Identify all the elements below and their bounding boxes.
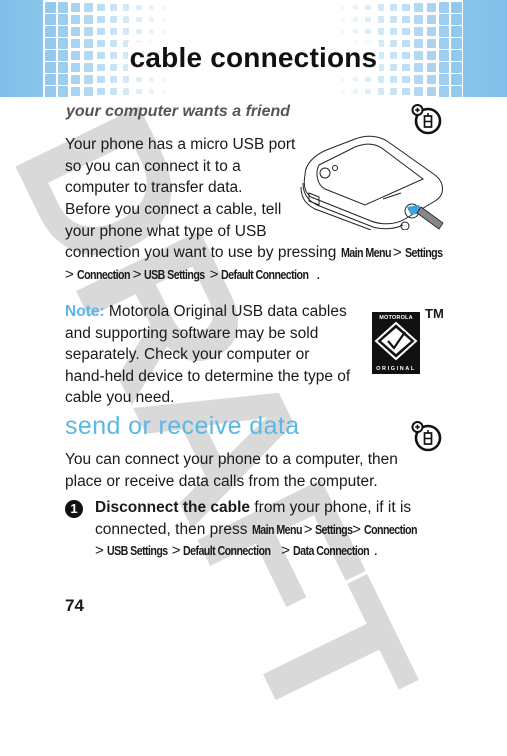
usb-setup-paragraph: Before you connect a cable, tell your ph…: [65, 199, 455, 285]
logo-bottom-text: ORIGINAL: [376, 366, 416, 372]
trademark-symbol: TM: [425, 306, 444, 321]
text-line: separately. Check your computer or: [65, 346, 310, 363]
note-label: Note:: [65, 303, 105, 320]
checkmark-diamond-icon: [374, 321, 418, 361]
text-line: Your phone has a micro USB port: [65, 136, 296, 153]
period: .: [316, 265, 321, 283]
step-number-badge: 1: [65, 500, 83, 518]
text-fragment: from your phone, if it is: [254, 499, 412, 516]
text-line: You can connect your phone to a computer…: [65, 451, 398, 468]
text-fragment: connected, then press: [95, 520, 248, 538]
menu-path-usb-settings: USB Settings: [144, 266, 205, 282]
path-separator: >: [209, 265, 219, 283]
path-separator: >: [132, 265, 142, 283]
section2-intro: You can connect your phone to a computer…: [65, 449, 398, 492]
note-paragraph: Note: Motorola Original USB data cables …: [65, 301, 350, 409]
text-line: > USB Settings > Default Connection > Data Co…: [95, 540, 495, 562]
path-separator: >: [281, 542, 290, 559]
text-line: connected, then press Main Menu > Settings…: [95, 519, 495, 541]
text-fragment: connection you want to use by pressing: [65, 244, 337, 261]
menu-path-settings: Settings: [315, 521, 353, 537]
page-number: 74: [65, 596, 84, 615]
path-separator: >: [171, 542, 181, 559]
feature-phone-plus-icon: [411, 104, 442, 135]
menu-path-connection: Connection: [76, 266, 130, 282]
menu-path-settings: Settings: [404, 245, 443, 260]
menu-path-default-connection: Default Connection: [183, 543, 271, 558]
feature-phone-plus-icon: [411, 421, 442, 452]
menu-path-main-menu: Main Menu: [340, 245, 391, 260]
text-line: connection you want to use by pressing M…: [65, 242, 455, 264]
menu-path-main-menu: Main Menu: [251, 521, 302, 537]
path-separator: >: [352, 520, 361, 538]
path-separator: >: [303, 520, 313, 538]
menu-path-usb-settings: USB Settings: [106, 543, 168, 558]
menu-path-default-connection: Default Connection: [221, 266, 309, 282]
menu-path-data-connection: Data Connection: [292, 543, 370, 558]
text-line: computer to transfer data.: [65, 179, 243, 196]
motorola-original-logo: MOTOROLA ORIGINAL: [372, 312, 420, 374]
menu-path-connection: Connection: [363, 521, 417, 537]
text-line: hand-held device to determine the type o…: [65, 367, 351, 385]
step-action: Disconnect the cable: [95, 499, 251, 516]
text-line: place or receive data calls from the com…: [65, 472, 378, 490]
path-separator: >: [95, 542, 104, 559]
text-line: > Connection > USB Settings > Default Connect…: [65, 264, 455, 286]
intro-paragraph: Your phone has a micro USB port so you c…: [65, 134, 295, 199]
path-separator: >: [392, 244, 402, 261]
text-line: your phone what type of USB: [65, 222, 267, 240]
text-fragment: Motorola Original USB data cables: [108, 303, 347, 320]
text-line: Disconnect the cable from your phone, if…: [95, 497, 495, 519]
step-1: Disconnect the cable from your phone, if…: [95, 497, 495, 562]
section-subhead: your computer wants a friend: [66, 103, 291, 120]
text-line: so you can connect it to a: [65, 157, 241, 175]
text-line: Note: Motorola Original USB data cables: [65, 301, 350, 323]
text-line: and supporting software may be sold: [65, 324, 319, 342]
period: .: [373, 542, 378, 559]
path-separator: >: [65, 265, 74, 283]
text-line: cable you need.: [65, 389, 175, 406]
text-line: Before you connect a cable, tell: [65, 201, 282, 218]
section-title: send or receive data: [65, 412, 300, 440]
